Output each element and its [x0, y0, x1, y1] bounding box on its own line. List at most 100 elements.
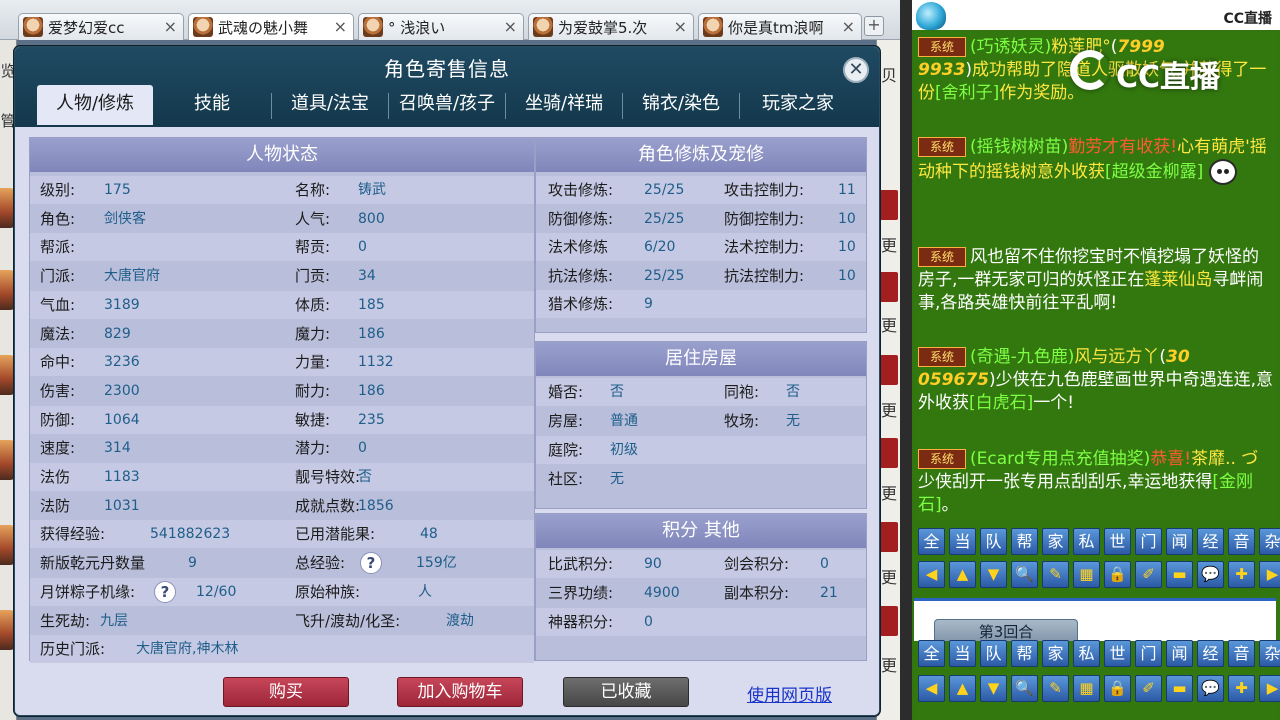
channel-button[interactable]: 音 [1228, 640, 1255, 667]
field-value: 25/25 [644, 182, 685, 198]
message-text: 少侠刮开一张专用点刮刮乐,幸运地获得 [918, 472, 1213, 492]
close-icon[interactable]: × [842, 17, 855, 36]
folder-icon[interactable]: ▬ [1166, 561, 1193, 588]
field-label: 牧场: [724, 412, 760, 430]
field-label: 历史门派: [40, 640, 106, 659]
collected-button[interactable]: 已收藏 [563, 677, 689, 707]
browser-tab[interactable]: 你是真tm浪啊 × [698, 13, 862, 40]
web-version-link[interactable]: 使用网页版 [747, 681, 832, 706]
channel-button[interactable]: 全 [918, 528, 945, 555]
channel-button[interactable]: 私 [1073, 640, 1100, 667]
channel-button[interactable]: 闻 [1166, 528, 1193, 555]
data-row: 法伤 1183 靓号特效: 否 [30, 463, 534, 491]
chat-panel: CC直播 系统 (巧诱妖灵)粉莲肥°(7999 9933)成功帮助了隐道人驱散妖气… [912, 0, 1280, 720]
item-link[interactable]: [舍利子] [935, 83, 999, 103]
channel-button[interactable]: 经 [1197, 528, 1224, 555]
channel-button[interactable]: 门 [1135, 528, 1162, 555]
magnifier-icon[interactable]: 🔍 [1011, 675, 1038, 702]
channel-button[interactable]: 当 [949, 640, 976, 667]
channel-button[interactable]: 音 [1228, 528, 1255, 555]
field-label: 气血: [40, 295, 76, 314]
channel-button[interactable]: 杂 [1259, 640, 1280, 667]
field-label: 人气: [295, 209, 331, 228]
tab-character[interactable]: 人物/修炼 [37, 85, 153, 125]
panel-title: 居住房屋 [536, 342, 866, 376]
field-label: 比武积分: [548, 555, 614, 573]
help-icon[interactable]: ? [360, 552, 382, 575]
field-value: 175 [104, 182, 131, 198]
item-link[interactable]: [超级金柳露] [1105, 162, 1203, 182]
magnifier-icon[interactable]: 🔍 [1011, 561, 1038, 588]
brush-icon[interactable]: ✐ [1135, 675, 1162, 702]
browser-tab[interactable]: 爱梦幻爱cc × [18, 13, 184, 40]
lock-icon[interactable]: 🔒 [1104, 675, 1131, 702]
field-value: 否 [358, 469, 372, 485]
edit-icon[interactable]: ✚ [1228, 561, 1255, 588]
tab-skills[interactable]: 技能 [153, 85, 271, 125]
grid-icon[interactable]: ▦ [1073, 675, 1100, 702]
data-row: 获得经验: 541882623 已用潜能果: 48 [30, 520, 534, 549]
arrow-left-icon[interactable]: ◀ [918, 561, 945, 588]
channel-button[interactable]: 队 [980, 528, 1007, 555]
arrow-down-icon[interactable]: ▼ [980, 675, 1007, 702]
tab-pets[interactable]: 召唤兽/孩子 [389, 85, 505, 125]
channel-button[interactable]: 队 [980, 640, 1007, 667]
add-to-cart-button[interactable]: 加入购物车 [397, 677, 523, 707]
channel-button[interactable]: 家 [1042, 528, 1069, 555]
tab-items[interactable]: 道具/法宝 [272, 85, 388, 125]
channel-button[interactable]: 闻 [1166, 640, 1193, 667]
channel-button[interactable]: 经 [1197, 640, 1224, 667]
browser-tab[interactable]: 为爱鼓掌5.次 × [528, 13, 694, 40]
item-link[interactable]: [白虎石] [969, 393, 1033, 413]
field-value: 0 [644, 614, 653, 630]
edit-icon[interactable]: ✚ [1228, 675, 1255, 702]
field-value: 0 [820, 556, 829, 572]
arrow-right-icon[interactable]: ▶ [1259, 675, 1280, 702]
new-tab-button[interactable]: + [864, 16, 884, 36]
side-label: 更 [880, 656, 897, 675]
grid-icon[interactable]: ▦ [1073, 561, 1100, 588]
arrow-up-icon[interactable]: ▲ [949, 561, 976, 588]
browser-tab-active[interactable]: 武魂の魅小舞 × [188, 13, 354, 40]
close-icon[interactable]: ✕ [843, 57, 869, 83]
lock-icon[interactable]: 🔒 [1104, 561, 1131, 588]
arrow-right-icon[interactable]: ▶ [1259, 561, 1280, 588]
channel-button[interactable]: 世 [1104, 640, 1131, 667]
tab-outfits[interactable]: 锦衣/染色 [623, 85, 739, 125]
field-value: 初级 [610, 442, 638, 458]
folder-icon[interactable]: ▬ [1166, 675, 1193, 702]
note-icon[interactable]: ✎ [1042, 675, 1069, 702]
arrow-down-icon[interactable]: ▼ [980, 561, 1007, 588]
channel-button[interactable]: 世 [1104, 528, 1131, 555]
speech-icon[interactable]: 💬 [1197, 561, 1224, 588]
field-value: 185 [358, 296, 385, 313]
tab-player-home[interactable]: 玩家之家 [740, 85, 856, 125]
speech-icon[interactable]: 💬 [1197, 675, 1224, 702]
channel-button[interactable]: 全 [918, 640, 945, 667]
field-value: 48 [420, 526, 438, 543]
channel-button[interactable]: 私 [1073, 528, 1100, 555]
panel-title: 人物状态 [30, 138, 534, 172]
channel-button[interactable]: 帮 [1011, 640, 1038, 667]
channel-button[interactable]: 帮 [1011, 528, 1038, 555]
browser-tab[interactable]: ° 浅浪い × [358, 13, 524, 40]
close-icon[interactable]: × [164, 17, 177, 36]
channel-button[interactable]: 门 [1135, 640, 1162, 667]
close-icon[interactable]: × [504, 17, 517, 36]
note-icon[interactable]: ✎ [1042, 561, 1069, 588]
close-icon[interactable]: × [334, 17, 347, 36]
side-label: 更 [880, 568, 897, 587]
channel-button[interactable]: 家 [1042, 640, 1069, 667]
data-row: 比武积分: 90 剑会积分: 0 [536, 550, 866, 578]
channel-button[interactable]: 当 [949, 528, 976, 555]
help-icon[interactable]: ? [154, 580, 176, 603]
channel-button[interactable]: 杂 [1259, 528, 1280, 555]
buy-button[interactable]: 购买 [223, 677, 349, 707]
close-icon[interactable]: × [674, 17, 687, 36]
field-value: 铸武 [358, 182, 386, 198]
tab-mounts[interactable]: 坐骑/祥瑞 [506, 85, 622, 125]
brush-icon[interactable]: ✐ [1135, 561, 1162, 588]
field-label: 潜力: [295, 439, 331, 458]
arrow-left-icon[interactable]: ◀ [918, 675, 945, 702]
arrow-up-icon[interactable]: ▲ [949, 675, 976, 702]
